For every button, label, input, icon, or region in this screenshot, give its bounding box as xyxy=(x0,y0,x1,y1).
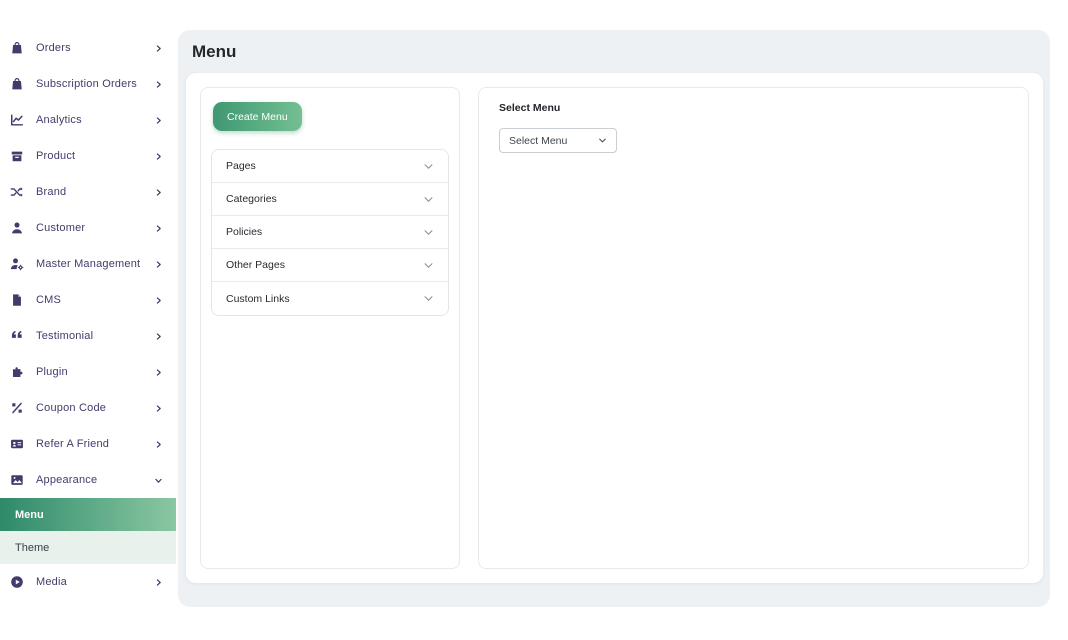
menu-sources-accordion: Pages Categories Policies Other Pag xyxy=(211,149,449,316)
sidebar-item-label: CMS xyxy=(36,294,61,306)
quote-icon xyxy=(10,329,24,343)
sidebar-item-label: Appearance xyxy=(36,474,97,486)
chevron-down-icon xyxy=(423,161,434,172)
sidebar-item-appearance[interactable]: Appearance xyxy=(0,462,176,498)
main-content: Menu Create Menu Pages Categories xyxy=(176,0,1068,640)
sidebar-item-cms[interactable]: CMS xyxy=(0,282,176,318)
accordion-item-categories[interactable]: Categories xyxy=(212,183,448,216)
select-menu-value: Select Menu xyxy=(509,135,567,147)
chart-line-icon xyxy=(10,113,24,127)
chevron-right-icon xyxy=(154,578,163,587)
chevron-right-icon xyxy=(154,332,163,341)
menu-builder-panel: Create Menu Pages Categories Policies xyxy=(200,87,460,569)
sidebar-item-coupon-code[interactable]: Coupon Code xyxy=(0,390,176,426)
bag-icon xyxy=(10,41,24,55)
sidebar-item-label: Customer xyxy=(36,222,85,234)
sidebar-item-label: Analytics xyxy=(36,114,82,126)
sidebar-item-label: Product xyxy=(36,150,75,162)
chevron-right-icon xyxy=(154,44,163,53)
chevron-down-icon xyxy=(598,136,607,145)
bag-icon xyxy=(10,77,24,91)
chevron-right-icon xyxy=(154,404,163,413)
chevron-down-icon xyxy=(423,260,434,271)
chevron-down-icon xyxy=(423,293,434,304)
chevron-right-icon xyxy=(154,368,163,377)
accordion-item-custom-links[interactable]: Custom Links xyxy=(212,282,448,315)
chevron-down-icon xyxy=(423,227,434,238)
select-menu-panel: Select Menu Select Menu xyxy=(478,87,1029,569)
sidebar-subitem-menu[interactable]: Menu xyxy=(0,498,176,531)
accordion-item-policies[interactable]: Policies xyxy=(212,216,448,249)
sidebar-item-plugin[interactable]: Plugin xyxy=(0,354,176,390)
accordion-item-other-pages[interactable]: Other Pages xyxy=(212,249,448,282)
shuffle-icon xyxy=(10,185,24,199)
accordion-item-label: Categories xyxy=(226,193,277,205)
accordion-item-pages[interactable]: Pages xyxy=(212,150,448,183)
accordion-item-label: Pages xyxy=(226,160,256,172)
sidebar-item-media[interactable]: Media xyxy=(0,564,176,600)
select-menu-dropdown[interactable]: Select Menu xyxy=(499,128,617,153)
app-window: Orders Subscription Orders Analytics Pro… xyxy=(0,0,1068,640)
person-icon xyxy=(10,221,24,235)
file-icon xyxy=(10,293,24,307)
image-icon xyxy=(10,473,24,487)
chevron-right-icon xyxy=(154,260,163,269)
sidebar-subitem-label: Menu xyxy=(15,509,44,521)
sidebar-item-brand[interactable]: Brand xyxy=(0,174,176,210)
sidebar-item-label: Refer A Friend xyxy=(36,438,109,450)
sidebar-item-subscription-orders[interactable]: Subscription Orders xyxy=(0,66,176,102)
page-title: Menu xyxy=(192,42,1043,62)
sidebar-item-label: Master Management xyxy=(36,258,140,270)
chevron-right-icon xyxy=(154,440,163,449)
menu-card: Create Menu Pages Categories Policies xyxy=(186,73,1043,583)
sidebar-subitem-theme[interactable]: Theme xyxy=(0,531,176,564)
percent-icon xyxy=(10,401,24,415)
person-gear-icon xyxy=(10,257,24,271)
chevron-down-icon xyxy=(423,194,434,205)
sidebar-item-refer-a-friend[interactable]: Refer A Friend xyxy=(0,426,176,462)
select-menu-label: Select Menu xyxy=(499,102,1008,114)
sidebar-item-testimonial[interactable]: Testimonial xyxy=(0,318,176,354)
sidebar-item-label: Brand xyxy=(36,186,66,198)
create-menu-button[interactable]: Create Menu xyxy=(213,102,302,131)
sidebar-item-label: Plugin xyxy=(36,366,68,378)
puzzle-icon xyxy=(10,365,24,379)
sidebar-item-label: Coupon Code xyxy=(36,402,106,414)
accordion-item-label: Custom Links xyxy=(226,293,290,305)
sidebar: Orders Subscription Orders Analytics Pro… xyxy=(0,0,176,640)
chevron-right-icon xyxy=(154,224,163,233)
chevron-right-icon xyxy=(154,188,163,197)
sidebar-item-orders[interactable]: Orders xyxy=(0,30,176,66)
accordion-item-label: Other Pages xyxy=(226,259,285,271)
content-area: Menu Create Menu Pages Categories xyxy=(178,30,1050,607)
chevron-right-icon xyxy=(154,296,163,305)
chevron-right-icon xyxy=(154,152,163,161)
sidebar-subitem-label: Theme xyxy=(15,542,49,554)
sidebar-item-product[interactable]: Product xyxy=(0,138,176,174)
sidebar-item-label: Testimonial xyxy=(36,330,93,342)
sidebar-item-label: Media xyxy=(36,576,67,588)
chevron-right-icon xyxy=(154,116,163,125)
accordion-item-label: Policies xyxy=(226,226,262,238)
id-card-icon xyxy=(10,437,24,451)
sidebar-item-label: Orders xyxy=(36,42,71,54)
archive-box-icon xyxy=(10,149,24,163)
play-circle-icon xyxy=(10,575,24,589)
sidebar-item-customer[interactable]: Customer xyxy=(0,210,176,246)
sidebar-item-label: Subscription Orders xyxy=(36,78,137,90)
sidebar-item-analytics[interactable]: Analytics xyxy=(0,102,176,138)
sidebar-item-master-management[interactable]: Master Management xyxy=(0,246,176,282)
chevron-right-icon xyxy=(154,80,163,89)
chevron-down-icon xyxy=(154,476,163,485)
